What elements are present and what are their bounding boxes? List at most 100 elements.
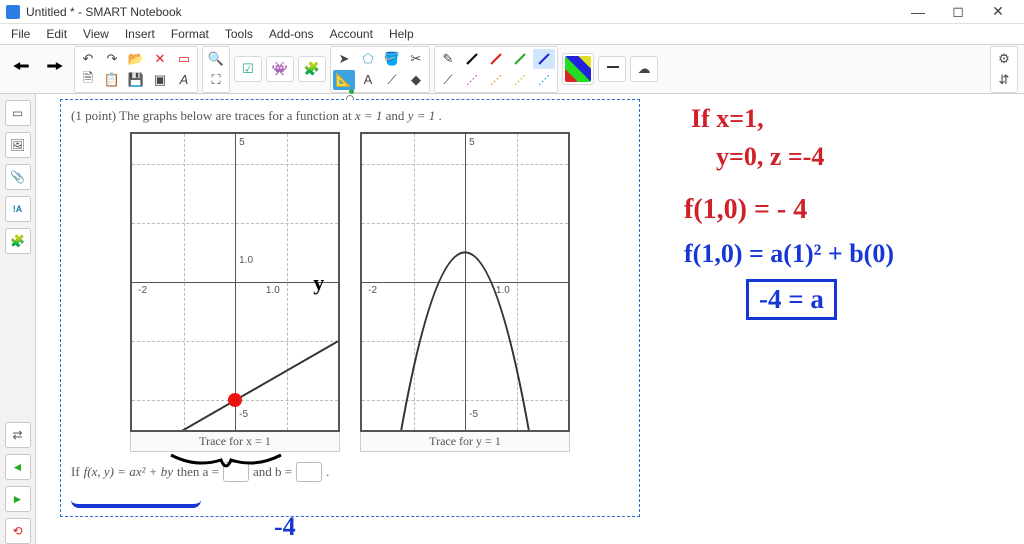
- input-b[interactable]: [296, 462, 322, 482]
- menubar: File Edit View Insert Format Tools Add-o…: [0, 24, 1024, 44]
- problem-statement: (1 point) The graphs below are traces fo…: [71, 108, 629, 124]
- answer-end: .: [326, 464, 329, 480]
- color-grid-button[interactable]: [565, 56, 591, 82]
- save-button[interactable]: 💾: [125, 70, 147, 90]
- pen-green[interactable]: [509, 49, 531, 69]
- maximize-button[interactable]: ◻: [938, 1, 978, 23]
- menu-file[interactable]: File: [4, 26, 37, 42]
- titlebar: Untitled * - SMART Notebook ― ◻ ✕: [0, 0, 1024, 24]
- trace-y-parabola: [362, 134, 568, 430]
- pen-orange[interactable]: [485, 70, 507, 90]
- next-page-button[interactable]: 🠚: [40, 54, 70, 84]
- hw-line1: If x=1,: [691, 104, 764, 134]
- canvas-area[interactable]: (1 point) The graphs below are traces fo…: [36, 94, 1024, 544]
- collapse-button[interactable]: ⇵: [993, 70, 1015, 90]
- hw-answer-neg4: -4: [274, 512, 296, 542]
- app-icon: [6, 5, 20, 19]
- crop-button[interactable]: ✂: [405, 49, 427, 69]
- hw-line5: -4 = a: [746, 279, 837, 320]
- shape-button[interactable]: ⬠: [357, 49, 379, 69]
- hw-line2: y=0, z =-4: [716, 142, 824, 172]
- hw-axis-y: y: [313, 270, 324, 296]
- hw-underline: [71, 500, 201, 508]
- problem-dot: .: [438, 108, 441, 123]
- rail-attach-button[interactable]: 📎: [5, 164, 31, 190]
- rail-next-button[interactable]: ►: [5, 486, 31, 512]
- prev-page-button[interactable]: 🠘: [6, 54, 36, 84]
- graph-trace-x-plot: 5 1.0 1.0 -2 -5 z y: [130, 132, 340, 432]
- check-button[interactable]: ☑: [237, 59, 259, 79]
- content-object[interactable]: (1 point) The graphs below are traces fo…: [60, 99, 640, 517]
- pen-red[interactable]: [485, 49, 507, 69]
- pen-blue[interactable]: [533, 49, 555, 69]
- rail-prev-button[interactable]: ◄: [5, 454, 31, 480]
- graph-trace-y: 5 1.0 -2 -5 Trace for y = 1: [360, 132, 570, 452]
- text-tool-button[interactable]: A: [173, 70, 195, 90]
- graph-trace-y-caption: Trace for y = 1: [360, 432, 570, 452]
- monster-button[interactable]: 👾: [269, 59, 291, 79]
- redo-button[interactable]: ↷: [101, 49, 123, 69]
- answer-row: If f(x, y) = ax² + by then a = and b = .: [71, 462, 629, 482]
- menu-insert[interactable]: Insert: [118, 26, 162, 42]
- pen-button[interactable]: ✎: [437, 49, 459, 69]
- rail-properties-button[interactable]: !A: [5, 196, 31, 222]
- graph-trace-y-plot: 5 1.0 -2 -5: [360, 132, 570, 432]
- menu-account[interactable]: Account: [323, 26, 380, 42]
- check-tool-group: ☑: [234, 56, 262, 82]
- delete-button[interactable]: ✕: [149, 49, 171, 69]
- menu-help[interactable]: Help: [382, 26, 421, 42]
- shape-recognize-button[interactable]: ☁: [633, 59, 655, 79]
- pointer-button[interactable]: ➤: [333, 49, 355, 69]
- new-page-button[interactable]: 🗎: [77, 70, 99, 90]
- undo-button[interactable]: ↶: [77, 49, 99, 69]
- eraser-button[interactable]: ◆: [405, 70, 427, 90]
- pen-lime[interactable]: [509, 70, 531, 90]
- fill-button[interactable]: 🪣: [381, 49, 403, 69]
- open-button[interactable]: 📂: [125, 49, 147, 69]
- rail-lr-button[interactable]: ⇄: [5, 422, 31, 448]
- puzzle-button[interactable]: 🧩: [301, 59, 323, 79]
- pen-style-button[interactable]: ⟋: [437, 70, 459, 90]
- menu-format[interactable]: Format: [164, 26, 216, 42]
- puzzle-tool-group: 🧩: [298, 56, 326, 82]
- pen-black[interactable]: [461, 49, 483, 69]
- fullscreen-button[interactable]: ⛶: [205, 70, 227, 90]
- toolbar: 🠘 🠚 ↶ ↷ 📂 ✕ ▭ 🗎 📋 💾 ▣ A 🔍 ⛶ ☑ 👾 🧩 ➤: [0, 44, 1024, 94]
- left-rail: ▭ 🖼 📎 !A 🧩 ⇄ ◄ ► ⟲: [0, 94, 36, 544]
- window-title: Untitled * - SMART Notebook: [26, 5, 898, 19]
- menu-edit[interactable]: Edit: [39, 26, 74, 42]
- measure-button[interactable]: 📐: [333, 70, 355, 90]
- menu-addons[interactable]: Add-ons: [262, 26, 321, 42]
- problem-and: and: [386, 108, 408, 123]
- hw-brace-icon: [166, 450, 286, 470]
- screen-capture-button[interactable]: ▣: [149, 70, 171, 90]
- line-button[interactable]: ⟋: [381, 70, 403, 90]
- rail-addons-button[interactable]: 🧩: [5, 228, 31, 254]
- pen-magenta[interactable]: [461, 70, 483, 90]
- rail-gallery-button[interactable]: 🖼: [5, 132, 31, 158]
- line-solid-button[interactable]: [601, 59, 623, 79]
- minimize-button[interactable]: ―: [898, 1, 938, 23]
- menu-tools[interactable]: Tools: [218, 26, 260, 42]
- pen-tools-group: ✎ ⟋: [434, 46, 558, 93]
- zoom-button[interactable]: 🔍: [205, 49, 227, 69]
- settings-group: ⚙ ⇵: [990, 46, 1018, 93]
- rail-refresh-button[interactable]: ⟲: [5, 518, 31, 544]
- answer-func: f(x, y) = ax² + by: [84, 464, 173, 480]
- clear-button[interactable]: ▭: [173, 49, 195, 69]
- workspace: ▭ 🖼 📎 !A 🧩 ⇄ ◄ ► ⟲ (1 point) The graphs …: [0, 94, 1024, 544]
- hw-line3: f(1,0) = - 4: [684, 194, 807, 226]
- close-button[interactable]: ✕: [978, 1, 1018, 23]
- problem-xeq: x = 1: [355, 108, 383, 123]
- paste-button[interactable]: 📋: [101, 70, 123, 90]
- select-tools-group: ➤ ⬠ 🪣 ✂ 📐 A ⟋ ◆: [330, 46, 430, 93]
- menu-view[interactable]: View: [76, 26, 116, 42]
- graphs-row: 5 1.0 1.0 -2 -5 z y Trace for: [71, 132, 629, 452]
- line-style-group: [598, 56, 626, 82]
- settings-button[interactable]: ⚙: [993, 49, 1015, 69]
- view-tools-group: 🔍 ⛶: [202, 46, 230, 93]
- pen-cyan[interactable]: [533, 70, 555, 90]
- rail-pages-button[interactable]: ▭: [5, 100, 31, 126]
- trace-x-line: [132, 134, 338, 430]
- text-button[interactable]: A: [357, 70, 379, 90]
